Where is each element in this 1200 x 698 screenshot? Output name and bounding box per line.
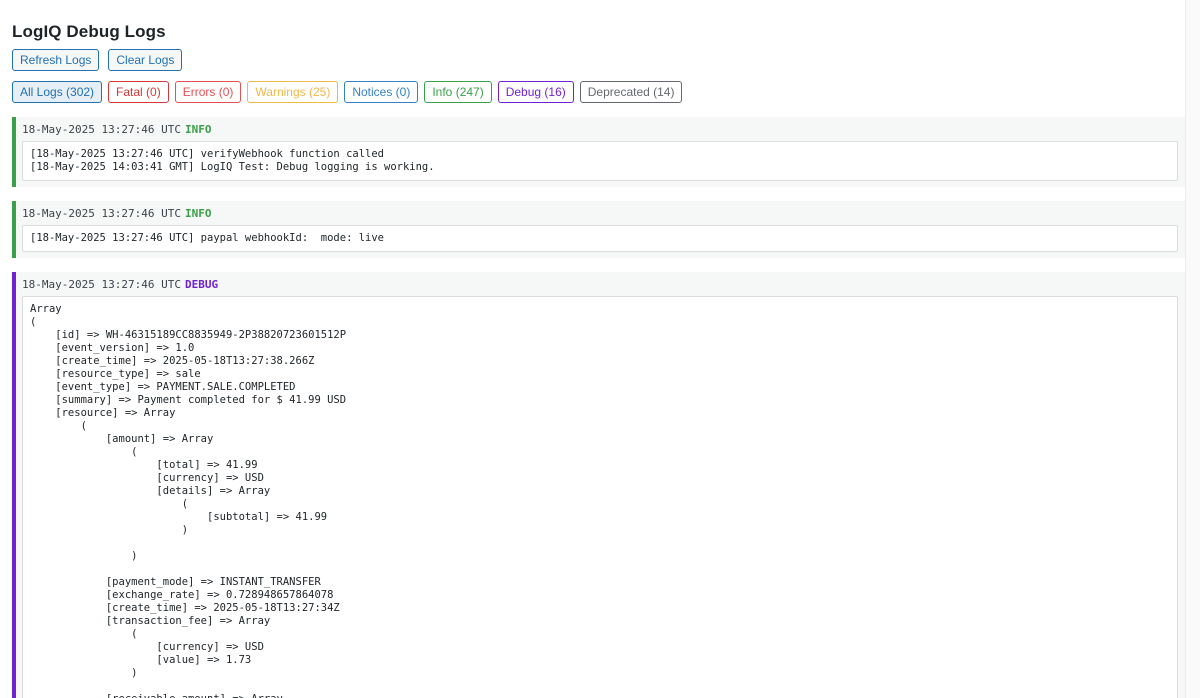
filter-all-logs-button[interactable]: All Logs (302): [12, 81, 103, 103]
log-entry-timestamp: 18-May-2025 13:27:46 UTC: [22, 207, 181, 220]
page-title: LogIQ Debug Logs: [12, 22, 166, 41]
logiq-debug-logs-page: LogIQ Debug Logs Refresh Logs Clear Logs…: [0, 0, 1200, 698]
log-entry-message: Array ( [id] => WH-46315189CC8835949-2P3…: [22, 296, 1178, 698]
log-level-filters: All Logs (302) Fatal (0) Errors (0) Warning…: [12, 81, 683, 103]
page-scrollbar[interactable]: [1185, 0, 1200, 698]
log-entry-header: 18-May-2025 13:27:46 UTC DEBUG: [22, 278, 1178, 292]
filter-debug-button[interactable]: Debug (16): [497, 81, 574, 103]
log-entry-header: 18-May-2025 13:27:46 UTC INFO: [22, 207, 1178, 221]
log-entry-level: DEBUG: [184, 278, 219, 291]
filter-deprecated-button[interactable]: Deprecated (14): [579, 81, 683, 103]
log-entry-level: INFO: [184, 207, 212, 220]
log-entry-timestamp: 18-May-2025 13:27:46 UTC: [22, 123, 181, 136]
filter-errors-button[interactable]: Errors (0): [174, 81, 242, 103]
log-actions: Refresh Logs Clear Logs: [12, 49, 183, 71]
log-entry: 18-May-2025 13:27:46 UTC INFO [18-May-2025…: [12, 117, 1186, 187]
log-entries-list: 18-May-2025 13:27:46 UTC INFO [18-May-2025…: [12, 117, 1186, 698]
filter-warnings-button[interactable]: Warnings (25): [247, 81, 339, 103]
filter-fatal-button[interactable]: Fatal (0): [108, 81, 169, 103]
filter-notices-button[interactable]: Notices (0): [344, 81, 419, 103]
log-entry-timestamp: 18-May-2025 13:27:46 UTC: [22, 278, 181, 291]
log-entry-message: [18-May-2025 13:27:46 UTC] verifyWebhook…: [22, 141, 1178, 181]
log-entry-header: 18-May-2025 13:27:46 UTC INFO: [22, 123, 1178, 137]
log-entry-message: [18-May-2025 13:27:46 UTC] paypal webhoo…: [22, 225, 1178, 252]
filter-info-button[interactable]: Info (247): [424, 81, 492, 103]
log-entry: 18-May-2025 13:27:46 UTC DEBUG Array ( [id…: [12, 272, 1186, 698]
refresh-logs-button[interactable]: Refresh Logs: [12, 49, 100, 71]
log-entry-level: INFO: [184, 123, 212, 136]
clear-logs-button[interactable]: Clear Logs: [108, 49, 183, 71]
log-entry: 18-May-2025 13:27:46 UTC INFO [18-May-2025…: [12, 201, 1186, 258]
